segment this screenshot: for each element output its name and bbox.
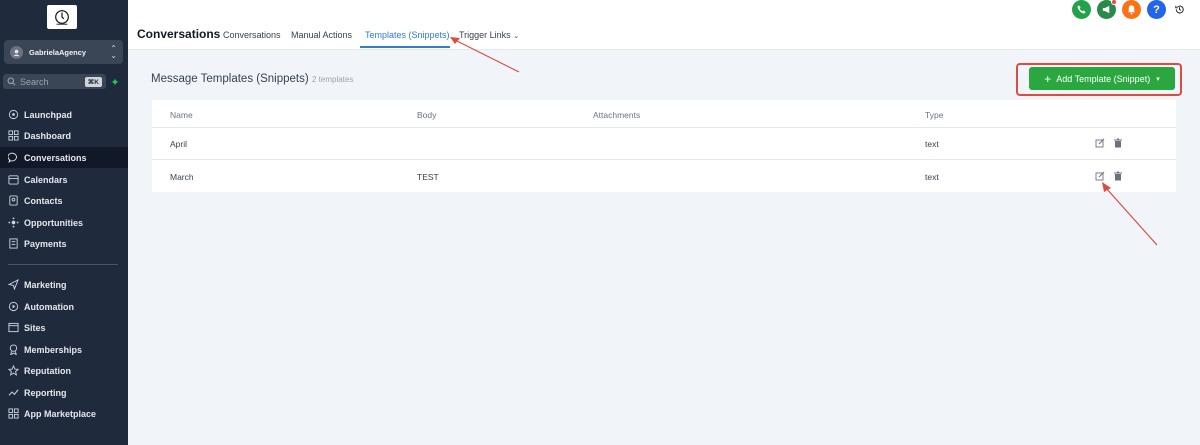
plus-icon: + (1044, 71, 1052, 86)
sidebar-item-app-marketplace[interactable]: App Marketplace (0, 403, 128, 424)
add-template-button[interactable]: + Add Template (Snippet) ▾ (1029, 67, 1175, 90)
row-body: TEST (417, 172, 439, 182)
sidebar-item-label: Opportunities (24, 217, 83, 228)
notifications-button[interactable] (1122, 0, 1141, 19)
row-type: text (925, 172, 939, 182)
logo[interactable] (47, 5, 77, 29)
sites-icon (8, 322, 19, 333)
payments-icon (8, 238, 19, 249)
sidebar-item-label: Launchpad (24, 109, 73, 120)
history-button[interactable] (1170, 0, 1189, 19)
chat-icon (8, 152, 19, 163)
page-title: Conversations (137, 27, 221, 41)
column-header-body: Body (417, 110, 437, 120)
phone-button[interactable] (1072, 0, 1091, 19)
trend-icon (8, 387, 19, 398)
sidebar-item-label: Conversations (24, 152, 87, 163)
memberships-icon (8, 344, 19, 355)
sidebar-item-opportunities[interactable]: Opportunities (0, 212, 128, 233)
send-icon (8, 279, 19, 290)
row-divider (152, 159, 1176, 160)
tab-templates[interactable]: Templates (Snippets) (365, 30, 450, 40)
sidebar-item-label: Calendars (24, 174, 68, 185)
row-type: text (925, 139, 939, 149)
sidebar: GabrielaAgency ⌃ ⌄ Search ⌘K ✦ Launchpad … (0, 0, 128, 445)
announcements-button[interactable] (1097, 0, 1117, 19)
notification-dot (1111, 0, 1117, 5)
tab-conversations[interactable]: Conversations (223, 30, 281, 40)
sidebar-item-conversations[interactable]: Conversations (0, 147, 128, 168)
sidebar-item-label: Payments (24, 238, 67, 249)
edit-icon[interactable] (1095, 170, 1105, 181)
phone-icon (1077, 5, 1086, 14)
sidebar-item-payments[interactable]: Payments (0, 233, 128, 254)
account-name: GabrielaAgency (29, 47, 87, 57)
column-header-type: Type (925, 110, 944, 120)
trash-icon[interactable] (1113, 170, 1123, 181)
sidebar-item-calendars[interactable]: Calendars (0, 169, 128, 190)
sidebar-item-label: Sites (24, 322, 46, 333)
sidebar-item-label: Dashboard (24, 130, 72, 141)
sidebar-item-label: App Marketplace (24, 408, 97, 419)
sidebar-item-label: Marketing (24, 279, 67, 290)
row-name: April (170, 139, 188, 149)
automation-icon (8, 301, 19, 312)
trash-icon[interactable] (1113, 137, 1123, 148)
tab-manual-actions[interactable]: Manual Actions (291, 30, 352, 40)
active-tab-indicator (360, 46, 450, 48)
contacts-icon (8, 195, 19, 206)
add-template-label: Add Template (Snippet) (1056, 73, 1151, 84)
sidebar-item-sites[interactable]: Sites (0, 317, 128, 338)
row-name: March (170, 172, 194, 182)
annotation-arrow-edit-icon (1105, 187, 1158, 246)
search-input[interactable]: Search ⌘K (3, 74, 106, 89)
sidebar-item-label: Reputation (24, 365, 71, 376)
section-title: Message Templates (Snippets) (151, 73, 309, 85)
search-placeholder: Search (20, 76, 49, 87)
clock-logo-icon (55, 10, 69, 25)
edit-icon[interactable] (1095, 137, 1105, 148)
sidebar-item-label: Contacts (24, 195, 63, 206)
star-icon (8, 365, 19, 376)
search-icon (7, 77, 16, 86)
account-switcher[interactable]: GabrielaAgency ⌃ ⌄ (4, 40, 123, 64)
sidebar-item-label: Automation (24, 301, 74, 312)
account-icon (10, 45, 23, 59)
chevron-updown-icon: ⌃ ⌄ (110, 44, 117, 60)
help-icon[interactable]: ? (1147, 0, 1166, 19)
sidebar-divider (8, 264, 118, 265)
top-bar: Conversations Conversations Manual Actio… (128, 0, 1200, 50)
history-icon (1175, 5, 1184, 14)
calendar-icon (8, 174, 19, 185)
sidebar-item-dashboard[interactable]: Dashboard (0, 125, 128, 146)
sidebar-item-automation[interactable]: Automation (0, 296, 128, 317)
rocket-icon (8, 109, 19, 120)
sidebar-item-reputation[interactable]: Reputation (0, 360, 128, 381)
column-header-attachments: Attachments (593, 110, 641, 120)
search-shortcut: ⌘K (84, 76, 102, 87)
templates-table: Name Body Attachments Type April text Ma… (152, 100, 1176, 192)
column-header-name: Name (170, 110, 193, 120)
sidebar-item-marketing[interactable]: Marketing (0, 274, 128, 295)
opportunities-icon (8, 217, 19, 228)
row-divider (152, 127, 1176, 128)
megaphone-icon (1102, 5, 1110, 14)
sidebar-item-label: Memberships (24, 344, 83, 355)
chevron-down-icon: ▾ (1156, 75, 1160, 83)
sidebar-item-launchpad[interactable]: Launchpad (0, 104, 128, 125)
grid-icon (8, 130, 19, 141)
apps-icon (8, 408, 19, 419)
sidebar-item-reporting[interactable]: Reporting (0, 382, 128, 403)
sidebar-item-contacts[interactable]: Contacts (0, 190, 128, 211)
chevron-down-icon: ⌄ (513, 33, 520, 40)
ai-sparkle-icon[interactable]: ✦ (108, 75, 122, 89)
sidebar-item-memberships[interactable]: Memberships (0, 339, 128, 360)
tab-trigger-links[interactable]: Trigger Links ⌄ (459, 30, 519, 40)
tab-trigger-links-label: Trigger Links (459, 30, 511, 40)
bell-icon (1127, 5, 1136, 15)
sidebar-item-label: Reporting (24, 387, 67, 398)
template-count: 2 templates (312, 75, 354, 84)
